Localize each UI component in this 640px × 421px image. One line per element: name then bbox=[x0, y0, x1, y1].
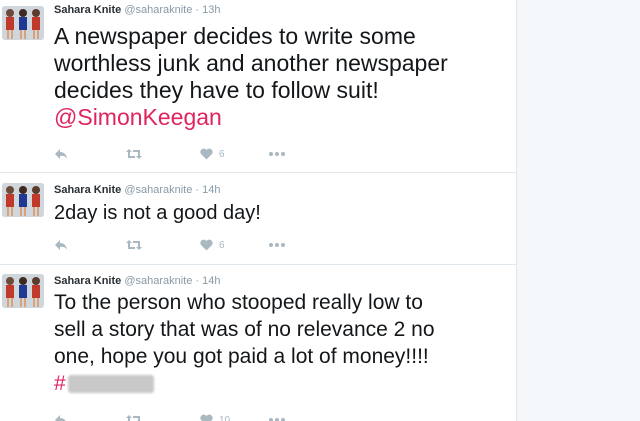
like-count: 6 bbox=[219, 148, 225, 160]
reply-button[interactable] bbox=[54, 412, 68, 421]
avatar-photo bbox=[2, 183, 44, 217]
heart-icon bbox=[200, 239, 213, 251]
avatar[interactable] bbox=[2, 183, 44, 217]
timeline: Sahara Knite @saharaknite · 13h A newspa… bbox=[0, 0, 517, 421]
like-button[interactable]: 6 bbox=[200, 146, 225, 162]
more-button[interactable] bbox=[268, 237, 286, 253]
tweet-header: Sahara Knite @saharaknite · 13h bbox=[54, 4, 221, 16]
author-handle[interactable]: @saharaknite bbox=[124, 275, 192, 287]
retweet-icon bbox=[126, 240, 142, 250]
more-icon bbox=[269, 243, 285, 247]
reply-icon bbox=[55, 415, 66, 421]
retweet-icon bbox=[126, 149, 142, 159]
more-button[interactable] bbox=[268, 146, 286, 162]
retweet-icon bbox=[126, 415, 140, 421]
like-button[interactable]: 10 bbox=[200, 412, 230, 421]
author-name[interactable]: Sahara Knite bbox=[54, 4, 121, 16]
tweet-time[interactable]: · 14h bbox=[195, 275, 220, 287]
right-sidebar-background bbox=[517, 0, 640, 421]
more-icon bbox=[269, 418, 285, 421]
tweet-header: Sahara Knite @saharaknite · 14h bbox=[54, 275, 221, 287]
retweet-button[interactable] bbox=[126, 412, 142, 421]
author-name[interactable]: Sahara Knite bbox=[54, 184, 121, 196]
more-icon bbox=[269, 152, 285, 156]
like-count: 6 bbox=[219, 239, 225, 251]
more-button[interactable] bbox=[268, 412, 286, 421]
avatar-photo bbox=[2, 274, 44, 308]
author-handle[interactable]: @saharaknite bbox=[124, 4, 192, 16]
tweet-time[interactable]: · 13h bbox=[195, 4, 220, 16]
author-handle[interactable]: @saharaknite bbox=[124, 184, 192, 196]
avatar[interactable] bbox=[2, 274, 44, 308]
redacted-hashtag bbox=[67, 375, 154, 394]
tweet-text: A newspaper decides to write some worthl… bbox=[54, 23, 494, 131]
tweet-body: To the person who stooped really low to … bbox=[54, 291, 435, 368]
tweet-text: 2day is not a good day! bbox=[54, 200, 494, 227]
author-name[interactable]: Sahara Knite bbox=[54, 275, 121, 287]
mention-link[interactable]: @SimonKeegan bbox=[54, 104, 222, 130]
tweet-3[interactable]: Sahara Knite @saharaknite · 14h To the p… bbox=[0, 264, 516, 421]
like-count: 10 bbox=[219, 414, 231, 421]
avatar-photo bbox=[2, 6, 44, 40]
tweet-2[interactable]: Sahara Knite @saharaknite · 14h 2day is … bbox=[0, 172, 516, 265]
reply-icon bbox=[55, 149, 67, 159]
heart-icon bbox=[200, 148, 213, 160]
tweet-time[interactable]: · 14h bbox=[195, 184, 220, 196]
reply-button[interactable] bbox=[54, 146, 68, 162]
retweet-button[interactable] bbox=[126, 146, 142, 162]
retweet-button[interactable] bbox=[126, 237, 142, 253]
like-button[interactable]: 6 bbox=[200, 237, 225, 253]
avatar[interactable] bbox=[2, 6, 44, 40]
tweet-body: A newspaper decides to write some worthl… bbox=[54, 23, 448, 103]
heart-icon bbox=[200, 414, 213, 421]
reply-icon bbox=[55, 240, 67, 250]
tweet-header: Sahara Knite @saharaknite · 14h bbox=[54, 184, 221, 196]
reply-button[interactable] bbox=[54, 237, 68, 253]
tweet-text: To the person who stooped really low to … bbox=[54, 289, 509, 397]
tweet-body: 2day is not a good day! bbox=[54, 202, 261, 224]
tweet-1[interactable]: Sahara Knite @saharaknite · 13h A newspa… bbox=[0, 0, 516, 173]
hashtag-link[interactable]: # bbox=[54, 372, 66, 395]
